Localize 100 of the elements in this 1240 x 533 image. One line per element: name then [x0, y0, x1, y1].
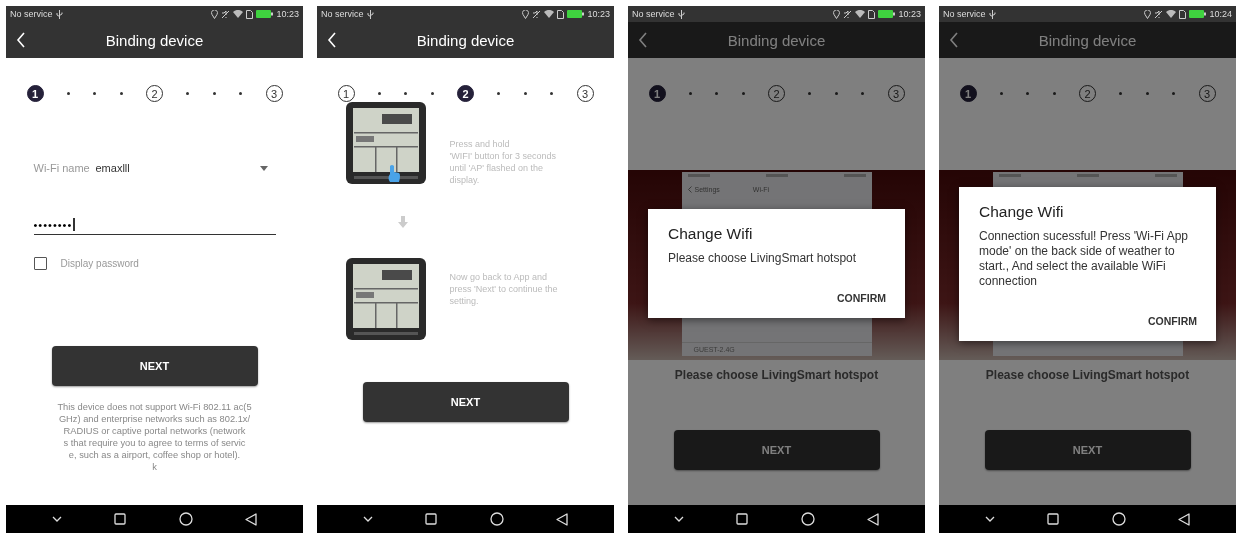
carrier-text: No service — [321, 9, 364, 19]
mute-icon — [221, 9, 231, 19]
step-dot — [523, 92, 527, 95]
dialog-title: Change Wifi — [979, 202, 1065, 221]
step-dot — [1026, 92, 1030, 95]
next-button[interactable]: NEXT — [362, 382, 569, 422]
sim-icon — [868, 9, 876, 19]
dialog-title: Change Wifi — [668, 225, 754, 243]
step-dot — [377, 92, 381, 95]
wifi-icon — [544, 10, 555, 18]
back-icon[interactable] — [244, 512, 257, 526]
location-icon — [1144, 9, 1152, 19]
mute-icon — [843, 9, 853, 19]
instruction-text: Now go back to App and press 'Next' to continue the setting. — [449, 271, 558, 307]
step-dot — [119, 92, 123, 95]
step-dot — [1145, 92, 1149, 95]
home-icon[interactable] — [178, 512, 193, 526]
next-button[interactable]: NEXT — [984, 430, 1191, 470]
dialog-message: Please choose LivingSmart hotspot — [668, 251, 858, 266]
step-dot — [497, 92, 501, 95]
step-number: 1 — [648, 85, 666, 102]
confirm-button[interactable]: CONFIRM — [837, 288, 886, 308]
sim-icon — [246, 9, 254, 19]
mute-icon — [532, 9, 542, 19]
wifi-name-dropdown[interactable]: emaxlll — [95, 162, 276, 174]
wifi-icon — [233, 10, 244, 18]
clock-text: 10:23 — [587, 9, 610, 19]
step-dot — [688, 92, 692, 95]
chevron-left-icon — [687, 186, 692, 193]
home-icon[interactable] — [800, 512, 815, 526]
location-icon — [522, 9, 530, 19]
step-dot — [186, 92, 190, 95]
usb-icon — [988, 9, 996, 19]
back-icon[interactable] — [555, 512, 568, 526]
sim-icon — [557, 9, 565, 19]
chevron-down-icon[interactable] — [985, 516, 996, 522]
step-dot — [1119, 92, 1123, 95]
step-dot — [430, 92, 434, 95]
chevron-down-icon[interactable] — [52, 516, 63, 522]
location-icon — [211, 9, 219, 19]
recents-icon[interactable] — [114, 513, 127, 525]
step-dot — [550, 92, 554, 95]
disclaimer-text: This device does not support Wi-Fi 802.11 ac(5 GHz) and enterprise networks such as 802.1x/ RADIUS or captive portal networks (network s that require you to agree to terms of servic e, such as a airport, coffee shop or hotel). k — [57, 401, 252, 473]
usb-icon — [55, 9, 63, 19]
down-arrow-icon — [397, 216, 409, 228]
battery-icon — [878, 10, 896, 18]
carrier-text: No service — [632, 9, 675, 19]
step-number: 2 — [457, 85, 474, 102]
step-dot — [741, 92, 745, 95]
recents-icon[interactable] — [1047, 513, 1060, 525]
step-number: 1 — [26, 85, 44, 102]
carrier-text: No service — [10, 9, 53, 19]
wifi-icon — [1166, 10, 1177, 18]
wifi-icon — [855, 10, 866, 18]
step-dot — [999, 92, 1003, 95]
battery-icon — [256, 10, 274, 18]
usb-icon — [677, 9, 685, 19]
step-dot — [212, 92, 216, 95]
recents-icon[interactable] — [736, 513, 749, 525]
back-icon[interactable] — [1177, 512, 1190, 526]
carrier-text: No service — [943, 9, 986, 19]
battery-icon — [1189, 10, 1207, 18]
home-icon[interactable] — [1111, 512, 1126, 526]
step-dot — [1172, 92, 1176, 95]
sim-icon — [1179, 9, 1187, 19]
wifi-name-label: Wi-Fi name — [33, 162, 91, 174]
password-field[interactable]: •••••••• — [33, 218, 276, 235]
recents-icon[interactable] — [425, 513, 438, 525]
hint-text: Please choose LivingSmart hotspot — [674, 368, 879, 382]
next-button[interactable]: NEXT — [673, 430, 880, 470]
location-icon — [833, 9, 841, 19]
hint-text: Please choose LivingSmart hotspot — [985, 368, 1190, 382]
dropdown-arrow-icon — [259, 165, 268, 171]
dialog-message: Connection sucessful! Press 'Wi-Fi App mode' on the back side of weather to start., And select the available WiFi connection — [979, 228, 1190, 289]
back-icon[interactable] — [866, 512, 879, 526]
step-dot — [404, 92, 408, 95]
usb-icon — [366, 9, 374, 19]
confirm-button[interactable]: CONFIRM — [1148, 310, 1197, 331]
home-icon[interactable] — [489, 512, 504, 526]
step-dot — [861, 92, 865, 95]
clock-text: 10:24 — [1209, 9, 1232, 19]
step-dot — [93, 92, 97, 95]
step-dot — [1052, 92, 1056, 95]
step-dot — [66, 92, 70, 95]
checkbox-label: Display password — [60, 258, 139, 269]
chevron-down-icon[interactable] — [363, 516, 374, 522]
chevron-down-icon[interactable] — [674, 516, 685, 522]
step-dot — [715, 92, 719, 95]
screen-title: Binding device — [1037, 31, 1138, 49]
step-dot — [808, 92, 812, 95]
step-dot — [834, 92, 838, 95]
step-number: 1 — [959, 85, 977, 102]
screen-title: Binding device — [104, 31, 205, 49]
mute-icon — [1154, 9, 1164, 19]
screen-title: Binding device — [415, 31, 516, 49]
step-dot — [239, 92, 243, 95]
clock-text: 10:23 — [276, 9, 299, 19]
checkbox[interactable] — [33, 257, 47, 270]
clock-text: 10:23 — [898, 9, 921, 19]
next-button[interactable]: NEXT — [51, 346, 258, 386]
